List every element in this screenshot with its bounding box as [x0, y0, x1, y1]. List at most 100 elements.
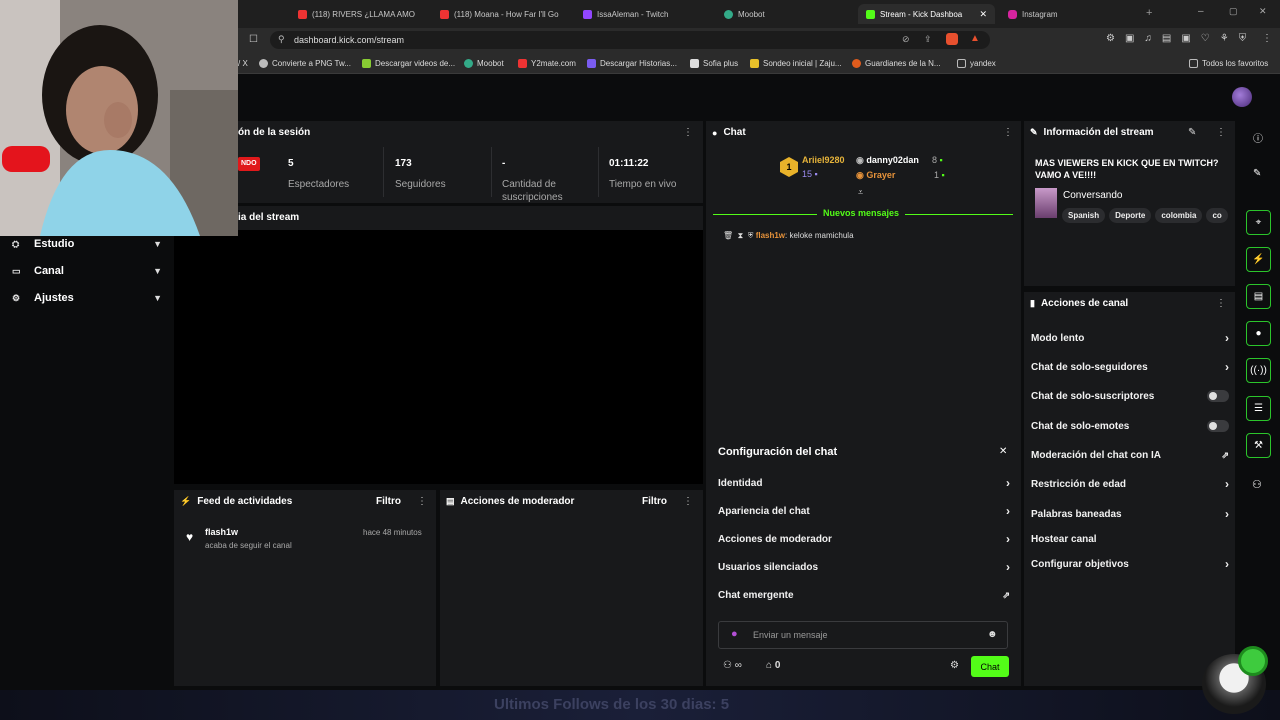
gifter-2[interactable]: ◉ danny02dan: [856, 155, 919, 166]
all-favorites-folder[interactable]: Todos los favoritos: [1189, 56, 1268, 70]
more-options-icon[interactable]: ⋮: [1216, 127, 1226, 138]
action-configure-goals[interactable]: Configurar objetivos ›: [1031, 556, 1229, 572]
rail-button-stats[interactable]: ⌖: [1246, 210, 1271, 235]
activity-time: hace 48 minutos: [363, 528, 422, 537]
more-options-icon[interactable]: ⋮: [1216, 298, 1226, 309]
maximize-icon[interactable]: ▢: [1229, 6, 1238, 17]
close-tab-icon[interactable]: ✕: [979, 9, 987, 20]
brave-rewards-icon[interactable]: ▲: [970, 33, 980, 44]
more-options-icon[interactable]: ⋮: [1003, 127, 1013, 138]
emotes-only-toggle[interactable]: [1207, 420, 1229, 432]
points-display[interactable]: ⌂ 0: [766, 660, 780, 671]
new-tab-icon[interactable]: +: [1146, 7, 1152, 19]
wrench-icon: ✎: [1030, 127, 1038, 137]
action-age-restriction[interactable]: Restricción de edad ›: [1031, 476, 1229, 492]
microphone-icon[interactable]: ●: [731, 628, 738, 640]
gifter-3[interactable]: ◉ Grayer: [856, 170, 895, 181]
expand-gifters-icon[interactable]: ⩡: [858, 187, 863, 198]
activity-filter-button[interactable]: Filtro: [376, 496, 401, 507]
more-options-icon[interactable]: ⋮: [683, 496, 693, 507]
viewers-label: Espectadores: [288, 179, 350, 190]
chat-input[interactable]: ● Enviar un mensaje ☻: [718, 621, 1008, 649]
bookmark-item[interactable]: Sofia plus: [690, 56, 738, 70]
stream-title-text: MAS VIEWERS EN KICK QUE EN TWITCH? VAMO …: [1035, 158, 1219, 180]
chat-settings-identity[interactable]: Identidad ›: [718, 475, 1010, 491]
rail-button-chat[interactable]: ●: [1246, 321, 1271, 346]
target-icon: ⌖: [1255, 217, 1262, 228]
browser-tab[interactable]: Moobot: [716, 4, 836, 24]
bookmark-item[interactable]: Descargar Historias...: [587, 56, 677, 70]
close-icon[interactable]: ✕: [999, 446, 1007, 457]
share-icon[interactable]: ⇪: [924, 34, 932, 45]
chat-settings-popout[interactable]: Chat emergente ⇗: [718, 587, 1010, 603]
action-slow-mode[interactable]: Modo lento ›: [1031, 330, 1229, 346]
emote-icon[interactable]: ☻: [987, 629, 998, 640]
bookmark-icon[interactable]: ☐: [249, 34, 258, 45]
top-gifter-name[interactable]: Ariiel9280: [802, 155, 845, 165]
twitch-icon: [583, 9, 592, 19]
browser-tab-active[interactable]: Stream - Kick Dashboa ✕: [858, 4, 995, 24]
chat-settings-gear-icon[interactable]: ⚇ ∞: [723, 660, 742, 671]
action-ai-moderation[interactable]: Moderación del chat con IA ⇗: [1031, 447, 1229, 463]
chat-settings-appearance[interactable]: Apariencia del chat ›: [718, 503, 1010, 519]
stream-info-panel: ✎ Información del stream ✎ ⋮ MAS VIEWERS …: [1024, 121, 1235, 286]
site-info-icon[interactable]: ⚲: [278, 34, 285, 45]
edit-icon[interactable]: ✎: [1253, 168, 1261, 179]
mute-icon[interactable]: ⊘: [902, 34, 910, 45]
rail-button-moderation[interactable]: ☰: [1246, 396, 1271, 421]
chat-settings-mod-actions[interactable]: Acciones de moderador ›: [718, 531, 1010, 547]
chevron-right-icon: ›: [1225, 557, 1229, 571]
more-options-icon[interactable]: ⋮: [417, 496, 427, 507]
info-icon[interactable]: ⓘ: [1253, 130, 1263, 145]
rail-button-broadcast[interactable]: ((·)): [1246, 358, 1271, 383]
bookmark-item[interactable]: Y2mate.com: [518, 56, 576, 70]
timeout-icon[interactable]: ⧗: [738, 231, 744, 240]
send-chat-button[interactable]: Chat: [971, 656, 1009, 677]
user-avatar[interactable]: [1232, 87, 1252, 107]
action-followers-only[interactable]: Chat de solo-seguidores ›: [1031, 359, 1229, 375]
rail-button-bolt[interactable]: ⚡: [1246, 247, 1271, 272]
bookmark-item[interactable]: Descargar videos de...: [362, 56, 455, 70]
rail-button-list[interactable]: ▤: [1246, 284, 1271, 309]
chat-settings-muted-users[interactable]: Usuarios silenciados ›: [718, 559, 1010, 575]
chevron-right-icon: ›: [1006, 560, 1010, 574]
category-name[interactable]: Conversando: [1063, 190, 1122, 201]
bookmark-item[interactable]: Sondeo inicial | Zaju...: [750, 56, 842, 70]
extensions-icon[interactable]: ⚙▣♫▤▣♡⚘⛨: [1106, 33, 1256, 44]
bookmark-item[interactable]: Convierte a PNG Tw...: [259, 56, 351, 70]
activity-user[interactable]: flash1w: [205, 527, 238, 537]
url-input[interactable]: ⚲ dashboard.kick.com/stream ⊘ ⇪ ▲: [270, 31, 990, 49]
close-window-icon[interactable]: ✕: [1259, 6, 1267, 17]
top-gifter-count: 15 ▪: [802, 169, 818, 179]
mod-actions-panel: ▤ Acciones de moderador Filtro ⋮: [440, 490, 703, 686]
bookmark-item[interactable]: Guardianes de la N...: [852, 56, 941, 70]
youtube-icon: [298, 9, 307, 19]
delete-icon[interactable]: 🗑: [723, 231, 733, 240]
browser-tab[interactable]: (118) Moana - How Far I'll Go: [432, 4, 567, 24]
community-icon[interactable]: ⚇: [1252, 478, 1262, 491]
mod-filter-button[interactable]: Filtro: [642, 496, 667, 507]
bookmark-item[interactable]: Moobot: [464, 56, 504, 70]
rank-2-icon: ◉: [856, 155, 864, 165]
sidebar-item-studio[interactable]: ⛭ Estudio ▼: [12, 234, 162, 254]
chevron-right-icon: ›: [1225, 331, 1229, 345]
settings-icon[interactable]: ⚙: [950, 660, 959, 671]
edit-icon[interactable]: ✎: [1188, 127, 1196, 138]
sidebar-item-channel[interactable]: ▭ Canal ▼: [12, 261, 162, 281]
browser-menu-icon[interactable]: ⋮: [1262, 33, 1272, 44]
bookmark-folder[interactable]: yandex: [957, 56, 996, 70]
action-host-channel[interactable]: Hostear canal: [1031, 531, 1229, 547]
bookmark-item[interactable]: / X: [238, 56, 248, 70]
browser-tab[interactable]: (118) RIVERS ¿LLAMA AMO: [290, 4, 420, 24]
rail-button-tools[interactable]: ⚒: [1246, 433, 1271, 458]
subscribers-only-toggle[interactable]: [1207, 390, 1229, 402]
browser-tab[interactable]: Instagram: [1000, 4, 1120, 24]
more-options-icon[interactable]: ⋮: [683, 127, 693, 138]
brave-shield-icon[interactable]: [946, 33, 958, 45]
sidebar-item-settings[interactable]: ⚙ Ajustes ▼: [12, 288, 162, 308]
action-banned-words[interactable]: Palabras baneadas ›: [1031, 506, 1229, 522]
gift-icon: ▪: [814, 169, 818, 179]
minimize-icon[interactable]: –: [1198, 6, 1204, 17]
webcam-image: [0, 0, 238, 236]
browser-tab[interactable]: IssaAleman - Twitch: [575, 4, 695, 24]
